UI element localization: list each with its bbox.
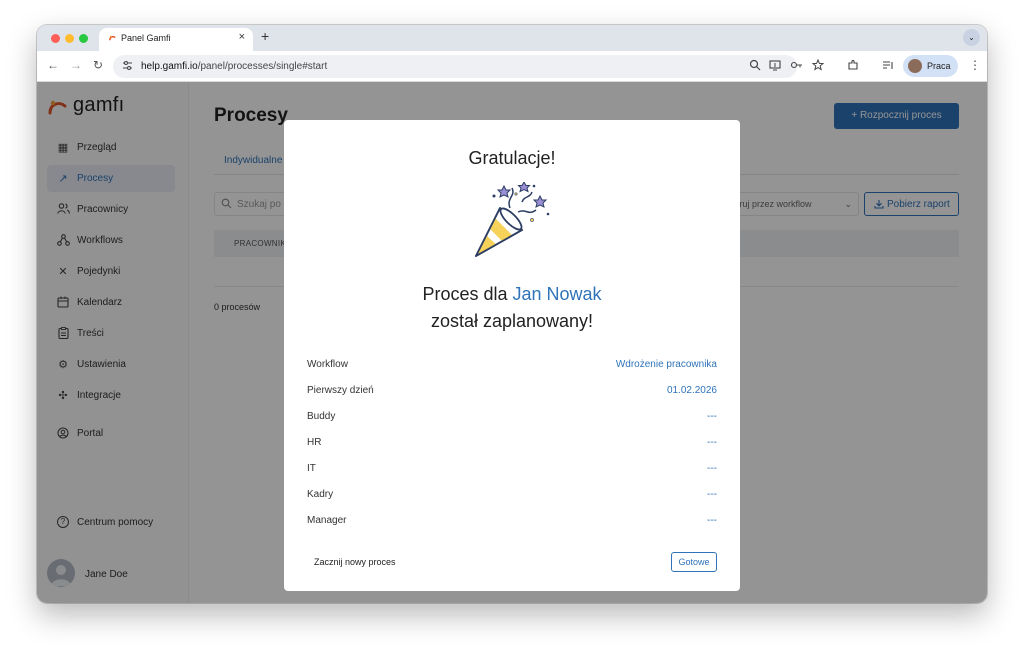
profile-label: Praca — [927, 61, 951, 71]
browser-toolbar: ← → ↻ help.gamfi.io/panel/processes/sing… — [37, 51, 987, 82]
tab-title: Panel Gamfi — [121, 33, 171, 43]
detail-label: Pierwszy dzień — [307, 385, 374, 396]
url-domain: help.gamfi.io — [141, 61, 198, 72]
zoom-icon[interactable] — [749, 59, 761, 71]
detail-value[interactable]: Wdrożenie pracownika — [616, 359, 717, 370]
maximize-window-button[interactable] — [79, 34, 88, 43]
reading-list-icon[interactable] — [882, 59, 894, 71]
back-button[interactable]: ← — [47, 58, 59, 72]
address-bar[interactable]: help.gamfi.io/panel/processes/single#sta… — [113, 55, 824, 78]
gamfi-favicon-icon — [109, 35, 116, 41]
browser-tab[interactable]: Panel Gamfi × — [99, 28, 253, 51]
new-tab-button[interactable]: + — [261, 28, 269, 44]
url-text: help.gamfi.io/panel/processes/single#sta… — [141, 61, 327, 72]
forward-button[interactable]: → — [70, 58, 82, 72]
modal-title: Gratulacje! — [468, 148, 556, 168]
app-page: gamfı ▦ Przegląd ↗ Procesy Pracownicy Wo… — [37, 82, 987, 603]
detail-label: Workflow — [307, 359, 348, 370]
detail-label: Buddy — [307, 411, 336, 422]
detail-label: HR — [307, 437, 322, 448]
url-path: /panel/processes/single#start — [197, 61, 328, 72]
start-new-process-button[interactable]: Zacznij nowy proces — [314, 557, 396, 567]
party-popper-icon — [475, 182, 550, 257]
profile-avatar-icon — [908, 59, 922, 73]
success-modal: Gratulacje! Proces dla Jan Nowak został … — [284, 120, 740, 591]
detail-value[interactable]: --- — [707, 411, 717, 422]
extensions-icon[interactable] — [847, 59, 859, 71]
bookmark-star-icon[interactable] — [812, 59, 824, 71]
detail-value[interactable]: --- — [707, 515, 717, 526]
site-settings-icon[interactable] — [122, 60, 133, 71]
close-window-button[interactable] — [51, 34, 60, 43]
detail-row-kadry: Kadry --- — [307, 489, 717, 505]
detail-row-buddy: Buddy --- — [307, 411, 717, 427]
browser-menu-icon[interactable]: ⋮ — [969, 58, 981, 72]
detail-label: Kadry — [307, 489, 334, 500]
password-key-icon[interactable] — [790, 59, 803, 71]
detail-label: IT — [307, 463, 316, 474]
success-message-line-2: został zaplanowany! — [430, 311, 594, 331]
tab-search-button[interactable]: ⌄ — [963, 29, 980, 46]
success-message-line-1: Proces dla Jan Nowak — [284, 284, 740, 305]
detail-value[interactable]: --- — [707, 489, 717, 500]
browser-window: Panel Gamfi × + ⌄ ← → ↻ help.gamfi.io/pa… — [37, 25, 987, 603]
detail-row-manager: Manager --- — [307, 515, 717, 531]
detail-row-workflow: Workflow Wdrożenie pracownika — [307, 359, 717, 375]
detail-value[interactable]: --- — [707, 437, 717, 448]
detail-label: Manager — [307, 515, 347, 526]
minimize-window-button[interactable] — [65, 34, 74, 43]
install-app-icon[interactable] — [769, 59, 781, 71]
detail-row-hr: HR --- — [307, 437, 717, 453]
detail-value[interactable]: 01.02.2026 — [667, 385, 717, 396]
employee-name-link[interactable]: Jan Nowak — [513, 284, 602, 304]
close-tab-icon[interactable]: × — [239, 31, 245, 43]
detail-row-first-day: Pierwszy dzień 01.02.2026 — [307, 385, 717, 401]
profile-button[interactable]: Praca — [903, 55, 958, 77]
detail-row-it: IT --- — [307, 463, 717, 479]
tab-bar: Panel Gamfi × + ⌄ — [37, 25, 987, 51]
done-button[interactable]: Gotowe — [671, 552, 717, 572]
detail-value[interactable]: --- — [707, 463, 717, 474]
message-prefix: Proces dla — [422, 284, 513, 304]
reload-button[interactable]: ↻ — [93, 58, 103, 72]
